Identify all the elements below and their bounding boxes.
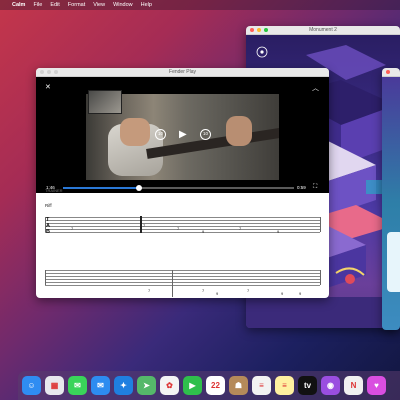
tab-note: 7 <box>239 226 242 231</box>
strumming-hand <box>120 118 150 146</box>
tab-note: 7 <box>71 226 74 231</box>
tab-note: 9 <box>202 229 205 234</box>
menu-item-format[interactable]: Format <box>68 2 85 8</box>
apple-tv-icon[interactable]: tv <box>298 376 317 395</box>
skip-back-icon[interactable]: 10 <box>155 129 166 140</box>
menu-item-help[interactable]: Help <box>141 2 152 8</box>
menu-bar: Calm File Edit Format View Window Help <box>0 0 400 10</box>
close-icon[interactable]: ✕ <box>45 84 51 91</box>
menu-item-file[interactable]: File <box>33 2 42 8</box>
minimize-window-button[interactable] <box>257 28 261 32</box>
progress-bar[interactable] <box>63 185 294 191</box>
photos-icon[interactable]: ✿ <box>160 376 179 395</box>
video-player[interactable]: ✕ ︿ 10 ▶ 10 1:46 0:59 ⛶ <box>36 77 329 193</box>
fender-window-title: Fender Play <box>169 69 196 75</box>
menu-item-view[interactable]: View <box>93 2 105 8</box>
tab-note: 7 <box>177 226 180 231</box>
monument-window-title: Monument 2 <box>309 27 337 33</box>
close-window-button[interactable] <box>250 28 254 32</box>
calendar-icon[interactable]: 22 <box>206 376 225 395</box>
extra-app-icon[interactable]: ♥ <box>367 376 386 395</box>
tab-note: 9 <box>277 229 280 234</box>
messages-icon[interactable]: ✉ <box>68 376 87 395</box>
monument-titlebar[interactable]: Monument 2 <box>246 26 400 35</box>
contacts-icon[interactable]: ☗ <box>229 376 248 395</box>
camera-angle-thumbnail[interactable] <box>88 90 122 114</box>
minimize-window-button[interactable] <box>47 70 51 74</box>
podcasts-icon[interactable]: ◉ <box>321 376 340 395</box>
tab-note: 7 <box>143 223 146 228</box>
skip-forward-icon[interactable]: 10 <box>200 129 211 140</box>
news-icon[interactable]: N <box>344 376 363 395</box>
game-card <box>387 232 400 292</box>
close-window-button[interactable] <box>40 70 44 74</box>
fender-titlebar[interactable]: Fender Play <box>36 68 329 77</box>
section-label: Riff <box>45 203 52 208</box>
notes-icon[interactable]: ≡ <box>275 376 294 395</box>
guitar-neck <box>146 127 279 159</box>
fender-play-window[interactable]: Fender Play ✕ ︿ 10 ▶ 10 1:46 0:59 ⛶ TRAI… <box>36 68 329 298</box>
progress-fill <box>63 187 140 189</box>
play-icon[interactable]: ▶ <box>179 130 187 140</box>
fretting-hand <box>226 116 252 146</box>
reminders-icon[interactable]: ≡ <box>252 376 271 395</box>
close-window-button[interactable] <box>386 70 390 74</box>
total-time: 0:59 <box>297 185 306 190</box>
progress-knob[interactable] <box>136 185 143 191</box>
secondary-titlebar[interactable] <box>382 68 400 77</box>
tab-note: 9 <box>281 291 284 296</box>
maps-icon[interactable]: ➤ <box>137 376 156 395</box>
safari-icon[interactable]: ✦ <box>114 376 133 395</box>
tablature-panel: TRAINER Riff T A B 7 7 7 9 7 9 7 7 9 7 9… <box>36 189 329 298</box>
menu-item-edit[interactable]: Edit <box>50 2 59 8</box>
tab-note: 7 <box>148 288 151 293</box>
menu-app-name[interactable]: Calm <box>12 2 25 8</box>
menu-item-window[interactable]: Window <box>113 2 133 8</box>
tab-note: 9 <box>299 291 302 296</box>
tab-note: 9 <box>216 291 219 296</box>
tab-letter-b: B <box>46 229 50 235</box>
launchpad-icon[interactable]: ▦ <box>45 376 64 395</box>
secondary-game-scene[interactable] <box>382 77 400 330</box>
chevron-up-icon[interactable]: ︿ <box>312 85 319 92</box>
zoom-window-button[interactable] <box>264 28 268 32</box>
mail-icon[interactable]: ✉ <box>91 376 110 395</box>
tab-note: 7 <box>247 288 250 293</box>
fullscreen-icon[interactable]: ⛶ <box>313 184 317 190</box>
tab-note: 7 <box>202 288 205 293</box>
zoom-window-button[interactable] <box>54 70 58 74</box>
dock: ☺ ▦ ✉ ✉ ✦ ➤ ✿ ▶ 22 ☗ ≡ ≡ tv ◉ N ♥ <box>18 371 400 400</box>
secondary-game-window[interactable] <box>382 68 400 330</box>
facetime-icon[interactable]: ▶ <box>183 376 202 395</box>
finder-icon[interactable]: ☺ <box>22 376 41 395</box>
tab-header-label: TRAINER <box>45 188 63 193</box>
